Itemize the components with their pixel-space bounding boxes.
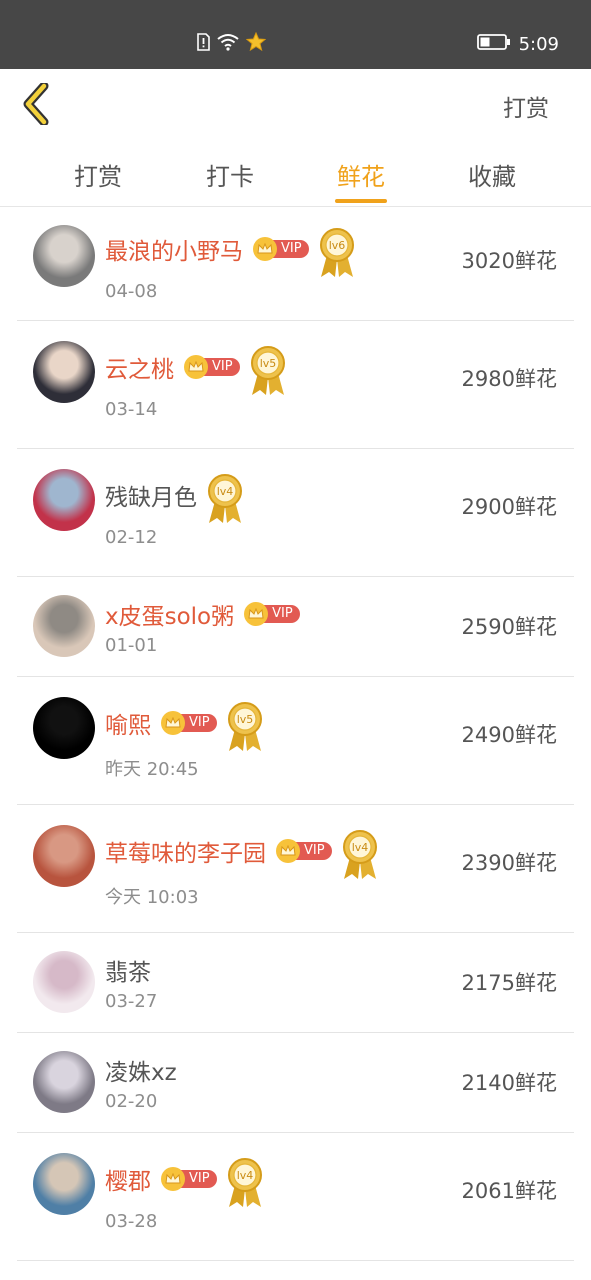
- user-name-line: 凌姝xz: [105, 1053, 177, 1087]
- avatar[interactable]: [33, 1153, 95, 1215]
- flower-count: 2980鲜花: [461, 367, 557, 391]
- svg-text:lv5: lv5: [236, 713, 253, 726]
- gift-date: 04-08: [105, 281, 158, 302]
- crown-icon: [276, 839, 300, 863]
- wifi-icon: [216, 33, 240, 55]
- flower-count: 2140鲜花: [461, 1071, 557, 1095]
- gift-date: 昨天 20:45: [105, 759, 199, 780]
- user-name[interactable]: x皮蛋solo粥: [105, 597, 234, 631]
- avatar[interactable]: [33, 951, 95, 1013]
- tab-bar: 打赏 打卡 鲜花 收藏: [0, 145, 591, 207]
- vip-badge: VIP: [184, 355, 240, 379]
- tab-checkin[interactable]: 打卡: [180, 157, 280, 192]
- gift-date: 01-01: [105, 635, 158, 656]
- svg-text:lv4: lv4: [351, 841, 368, 854]
- user-name[interactable]: 云之桃: [105, 350, 174, 384]
- status-time: 5:09: [518, 33, 559, 55]
- active-tab-indicator: [335, 199, 387, 203]
- avatar[interactable]: [33, 697, 95, 759]
- user-name-line: x皮蛋solo粥 VIP: [105, 597, 300, 631]
- list-item[interactable]: 樱郡 VIP lv4 03-28 2061鲜花: [0, 1133, 591, 1261]
- avatar[interactable]: [33, 469, 95, 531]
- list-item[interactable]: 喻熙 VIP lv5 昨天 20:45 2490鲜花: [0, 677, 591, 805]
- top-navigation-bar: 打赏: [0, 69, 591, 139]
- gift-date: 03-27: [105, 991, 158, 1012]
- vip-badge: VIP: [161, 1167, 217, 1191]
- flower-count: 3020鲜花: [461, 249, 557, 273]
- chevron-left-icon: [20, 81, 60, 129]
- gift-date: 03-28: [105, 1211, 158, 1232]
- user-name-line: 最浪的小野马 VIP lv6: [105, 223, 357, 277]
- flower-count: 2175鲜花: [461, 971, 557, 995]
- list-item[interactable]: 残缺月色 lv4 02-12 2900鲜花: [0, 449, 591, 577]
- user-name[interactable]: 最浪的小野马: [105, 232, 243, 266]
- battery-icon: [476, 33, 511, 55]
- list-item[interactable]: 草莓味的李子园 VIP lv4 今天 10:03 2390鲜花: [0, 805, 591, 933]
- user-name-line: 樱郡 VIP lv4: [105, 1153, 265, 1207]
- star-notification-icon: [245, 31, 267, 56]
- status-bar: 5:09: [0, 0, 591, 69]
- sim-alert-icon: [196, 33, 210, 55]
- level-medal-icon: lv6: [317, 227, 357, 279]
- level-medal-icon: lv5: [225, 701, 265, 753]
- user-name-line: 残缺月色 lv4: [105, 469, 245, 523]
- flower-ranking-list: 最浪的小野马 VIP lv6 04-08 3020鲜花云之桃 VIP lv5 03-1…: [0, 207, 591, 1261]
- gift-date: 03-14: [105, 399, 158, 420]
- user-name[interactable]: 凌姝xz: [105, 1053, 177, 1087]
- svg-text:lv4: lv4: [236, 1169, 253, 1182]
- avatar[interactable]: [33, 225, 95, 287]
- vip-badge: VIP: [161, 711, 217, 735]
- vip-badge: VIP: [244, 602, 300, 626]
- crown-icon: [161, 711, 185, 735]
- crown-icon: [253, 237, 277, 261]
- list-item[interactable]: 云之桃 VIP lv5 03-14 2980鲜花: [0, 321, 591, 449]
- gift-date: 02-20: [105, 1091, 158, 1112]
- tab-favorites[interactable]: 收藏: [442, 157, 542, 192]
- user-name-line: 草莓味的李子园 VIP lv4: [105, 825, 380, 879]
- level-medal-icon: lv4: [340, 829, 380, 881]
- flower-count: 2390鲜花: [461, 851, 557, 875]
- crown-icon: [161, 1167, 185, 1191]
- crown-icon: [244, 602, 269, 626]
- avatar[interactable]: [33, 1051, 95, 1113]
- svg-text:lv4: lv4: [217, 485, 234, 498]
- avatar[interactable]: [33, 341, 95, 403]
- flower-count: 2900鲜花: [461, 495, 557, 519]
- crown-icon: [184, 355, 208, 379]
- list-item[interactable]: 凌姝xz 02-20 2140鲜花: [0, 1033, 591, 1133]
- vip-badge: VIP: [276, 839, 332, 863]
- level-medal-icon: lv4: [225, 1157, 265, 1209]
- avatar[interactable]: [33, 825, 95, 887]
- user-name[interactable]: 草莓味的李子园: [105, 834, 266, 868]
- svg-text:lv6: lv6: [328, 239, 345, 252]
- tab-reward[interactable]: 打赏: [48, 157, 148, 192]
- reward-button[interactable]: 打赏: [503, 89, 549, 123]
- status-right: 5:09: [476, 32, 559, 56]
- flower-count: 2061鲜花: [461, 1179, 557, 1203]
- back-button[interactable]: [20, 81, 60, 127]
- tab-flowers[interactable]: 鲜花: [311, 157, 411, 192]
- flower-count: 2490鲜花: [461, 723, 557, 747]
- list-item[interactable]: x皮蛋solo粥 VIP 01-01 2590鲜花: [0, 577, 591, 677]
- vip-badge: VIP: [253, 237, 309, 261]
- user-name[interactable]: 樱郡: [105, 1162, 151, 1196]
- level-medal-icon: lv4: [205, 473, 245, 525]
- row-divider: [17, 1260, 574, 1261]
- user-name[interactable]: 翡茶: [105, 953, 151, 987]
- svg-text:lv5: lv5: [259, 357, 276, 370]
- user-name-line: 云之桃 VIP lv5: [105, 341, 288, 395]
- user-name-line: 喻熙 VIP lv5: [105, 697, 265, 751]
- user-name-line: 翡茶: [105, 953, 151, 987]
- level-medal-icon: lv5: [248, 345, 288, 397]
- list-item[interactable]: 翡茶 03-27 2175鲜花: [0, 933, 591, 1033]
- user-name[interactable]: 喻熙: [105, 706, 151, 740]
- flower-count: 2590鲜花: [461, 615, 557, 639]
- user-name[interactable]: 残缺月色: [105, 478, 197, 512]
- avatar[interactable]: [33, 595, 95, 657]
- status-icons: [196, 31, 267, 56]
- list-item[interactable]: 最浪的小野马 VIP lv6 04-08 3020鲜花: [0, 207, 591, 321]
- gift-date: 今天 10:03: [105, 887, 199, 908]
- gift-date: 02-12: [105, 527, 158, 548]
